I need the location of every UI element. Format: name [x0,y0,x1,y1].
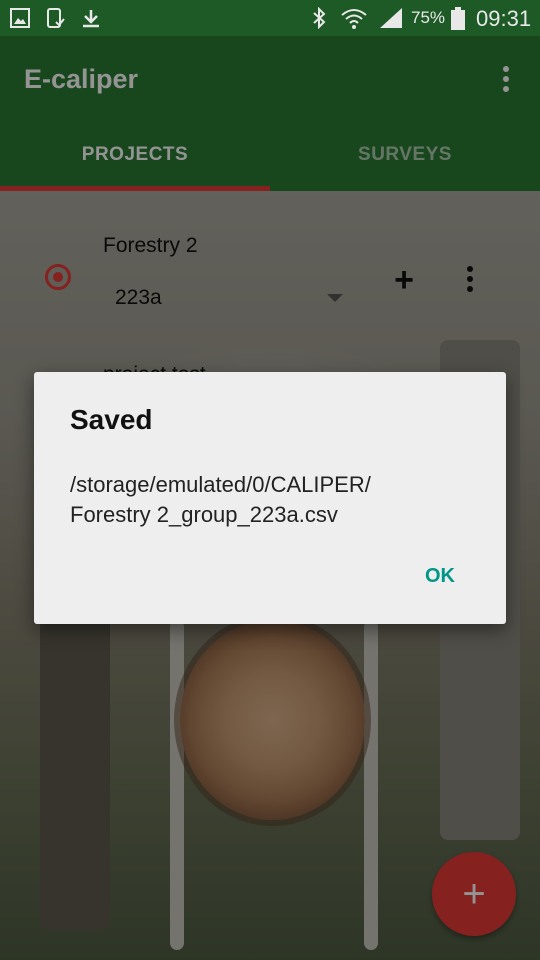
image-icon [10,8,30,28]
wifi-icon [341,9,367,29]
status-time: 09:31 [476,6,532,31]
ok-button[interactable]: OK [410,554,470,598]
download-icon [83,10,99,28]
dialog-message-line: Forestry 2_group_223a.csv [70,502,338,527]
battery-icon [451,7,465,30]
battery-percent: 75% [411,8,446,27]
saved-dialog: Saved /storage/emulated/0/CALIPER/ Fores… [34,372,506,624]
phone-check-icon [47,8,65,28]
dialog-message-line: /storage/emulated/0/CALIPER/ [70,472,371,497]
bluetooth-icon [313,7,326,29]
dialog-message: /storage/emulated/0/CALIPER/ Forestry 2_… [70,470,490,530]
screen: E-caliper PROJECTS SURVEYS Forestry 2 22… [0,0,540,960]
status-bar: 75% 09:31 [0,0,540,36]
signal-icon [380,8,402,28]
dialog-title: Saved [70,404,153,435]
